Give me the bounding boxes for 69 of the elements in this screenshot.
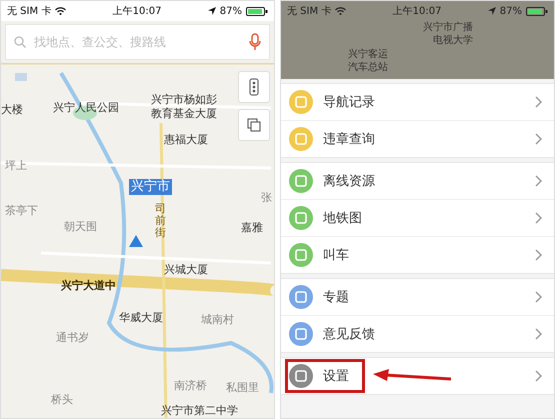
- map-label: 华威大厦: [119, 311, 163, 324]
- menu-icon: [289, 90, 313, 114]
- traffic-light-button[interactable]: [238, 71, 270, 103]
- chevron-icon: [535, 96, 542, 108]
- map-label: 城南村: [201, 313, 234, 326]
- menu-item[interactable]: 意见反馈: [281, 316, 554, 352]
- map-label: 兴城大厦: [164, 263, 208, 276]
- chevron-icon: [535, 175, 542, 187]
- map-label: 茶亭下: [5, 204, 38, 218]
- map-label: 兴宁市杨如彭: [151, 93, 217, 106]
- map-label: 朝天围: [64, 220, 97, 234]
- map-label: 嘉雅: [241, 221, 263, 234]
- map-label: 兴宁人民公园: [53, 101, 119, 114]
- wifi-icon: [335, 7, 346, 15]
- menu-item[interactable]: 导航记录: [281, 84, 554, 121]
- battery-text: 87%: [500, 6, 522, 16]
- menu-item[interactable]: 叫车: [281, 237, 554, 273]
- menu-icon: [289, 127, 313, 151]
- wifi-icon: [55, 7, 66, 15]
- location-arrow-icon: [488, 7, 496, 15]
- menu-icon: [289, 243, 313, 267]
- menu-icon: [289, 169, 313, 193]
- search-field[interactable]: 找地点、查公交、搜路线: [32, 34, 243, 50]
- map-label: 兴宁市: [129, 179, 172, 195]
- chevron-icon: [535, 249, 542, 261]
- chevron-icon: [535, 291, 542, 303]
- map-label: 兴宁市广播: [423, 22, 473, 34]
- map-label: 兴宁市第二中学: [161, 404, 238, 418]
- battery-icon: [526, 6, 548, 16]
- battery-icon: [246, 6, 268, 16]
- menu-item[interactable]: 专题: [281, 279, 554, 316]
- menu-icon: [289, 364, 313, 388]
- microphone-icon[interactable]: [249, 33, 261, 51]
- menu-item[interactable]: 地铁图: [281, 200, 554, 237]
- menu-item[interactable]: 违章查询: [281, 121, 554, 157]
- map-label: 张: [261, 191, 272, 204]
- map-label: 教育基金大厦: [151, 107, 217, 120]
- time-text: 上午10:07: [112, 4, 162, 18]
- map-label: 惠福大厦: [164, 133, 208, 146]
- search-bar[interactable]: 找地点、查公交、搜路线: [5, 24, 270, 60]
- map-label: 南济桥: [174, 379, 207, 392]
- chevron-icon: [535, 212, 542, 224]
- map-label: 电视大学: [433, 35, 473, 47]
- menu-icon: [289, 285, 313, 309]
- map-label: 大楼: [1, 103, 23, 116]
- map-label: 私围里: [226, 381, 259, 394]
- battery-text: 87%: [220, 6, 242, 16]
- map-label: 汽车总站: [348, 62, 388, 74]
- time-text: 上午10:07: [392, 4, 442, 18]
- chevron-icon: [535, 328, 542, 340]
- menu-item[interactable]: 设置: [281, 358, 554, 394]
- map-label: 司前街: [155, 203, 166, 240]
- layers-icon: [247, 118, 261, 132]
- chevron-icon: [535, 133, 542, 145]
- carrier-text: 无 SIM 卡: [7, 4, 52, 18]
- menu-icon: [289, 206, 313, 230]
- search-icon: [14, 36, 26, 48]
- location-arrow-icon: [208, 7, 216, 15]
- traffic-light-icon: [247, 78, 261, 96]
- location-marker-icon: [129, 235, 143, 247]
- menu-icon: [289, 322, 313, 346]
- map-label: 通书岁: [56, 331, 89, 344]
- menu-item[interactable]: 离线资源: [281, 163, 554, 200]
- map-label: 坪上: [5, 159, 27, 172]
- layers-button[interactable]: [238, 109, 270, 141]
- map-label: 兴宁客运: [348, 49, 388, 61]
- map-label: 桥头: [51, 393, 73, 406]
- carrier-text: 无 SIM 卡: [287, 4, 332, 18]
- chevron-icon: [535, 370, 542, 382]
